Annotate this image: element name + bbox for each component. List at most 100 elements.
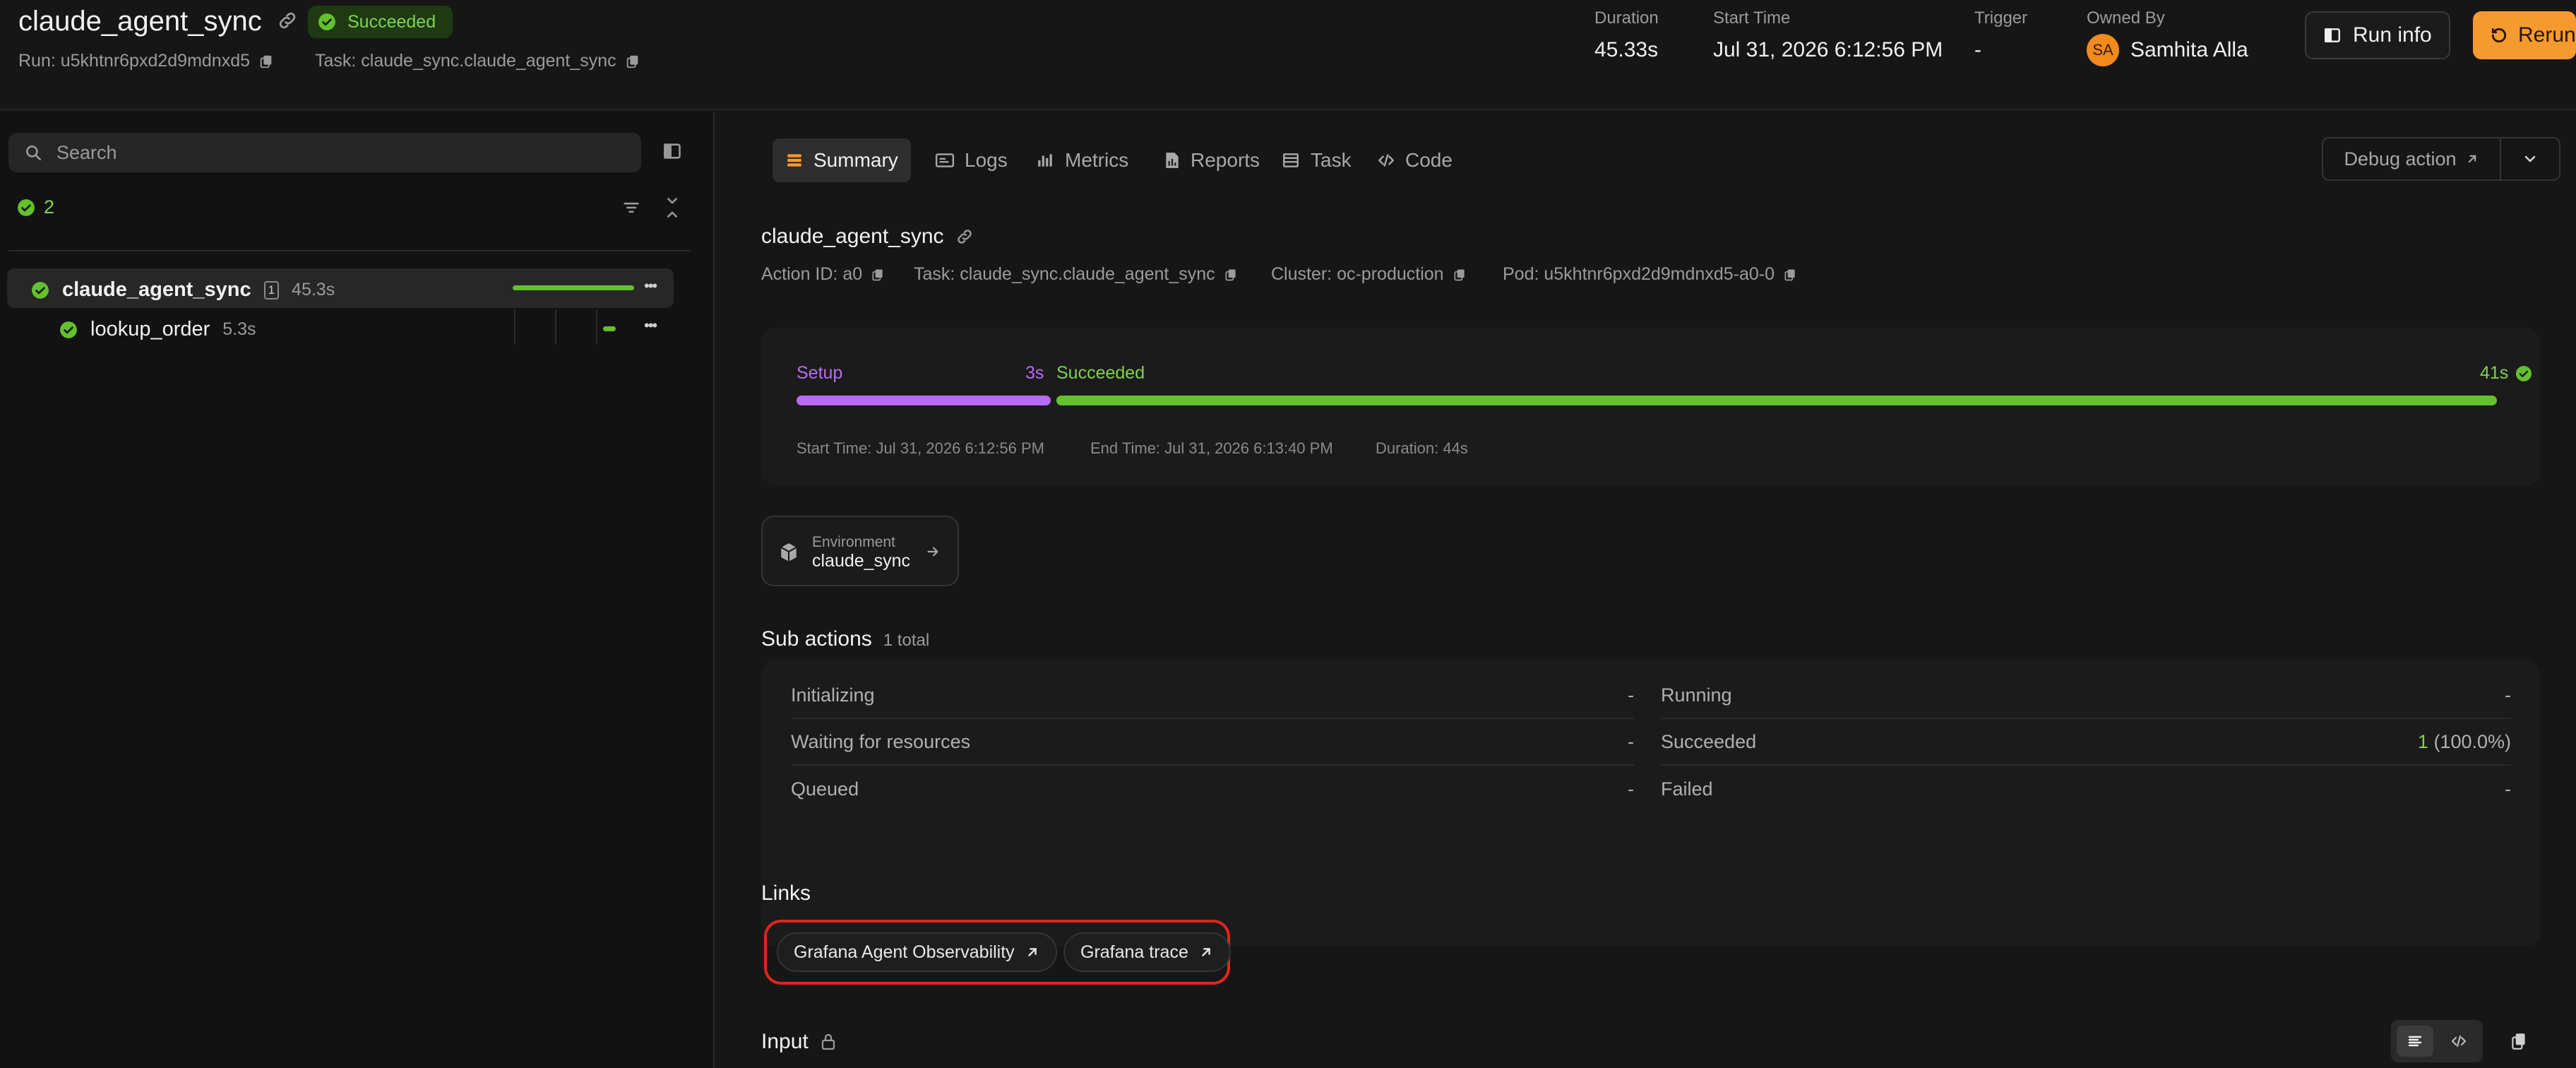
check-circle-icon bbox=[17, 198, 35, 217]
tab-metrics[interactable]: Metrics bbox=[1022, 138, 1141, 182]
collapse-all-icon[interactable] bbox=[662, 196, 682, 219]
copy-icon[interactable] bbox=[2510, 1031, 2528, 1051]
count-badge: 1 bbox=[263, 280, 280, 299]
cube-icon bbox=[780, 542, 798, 562]
action-id: Action ID: a0 bbox=[761, 264, 885, 285]
debug-action-label: Debug action bbox=[2344, 148, 2457, 170]
copy-icon[interactable] bbox=[871, 268, 885, 282]
tree-row-claude-agent-sync[interactable]: claude_agent_sync 1 45.3s bbox=[31, 278, 335, 302]
link-icon[interactable] bbox=[277, 10, 298, 31]
owner: SA Samhita Alla bbox=[2087, 34, 2248, 66]
search-placeholder: Search bbox=[56, 141, 117, 163]
code-icon bbox=[2450, 1033, 2467, 1050]
tab-label: Code bbox=[1405, 149, 1453, 171]
run-info-button[interactable]: Run info bbox=[2305, 11, 2450, 59]
metrics-icon bbox=[1035, 151, 1055, 170]
succeeded-bar bbox=[1056, 396, 2497, 405]
environment-label: Environment bbox=[812, 534, 895, 550]
debug-action-dropdown[interactable] bbox=[2500, 137, 2560, 181]
grafana-agent-observability-link[interactable]: Grafana Agent Observability bbox=[777, 932, 1057, 972]
tab-label: Metrics bbox=[1065, 149, 1129, 171]
collapse-panel-icon[interactable] bbox=[662, 141, 682, 161]
timeline-start-time: Start Time: Jul 31, 2026 6:12:56 PM bbox=[797, 439, 1044, 457]
environment-link[interactable]: Environment claude_sync bbox=[761, 516, 959, 586]
tab-summary[interactable]: Summary bbox=[773, 138, 911, 182]
tree-item-name: lookup_order bbox=[90, 318, 210, 340]
arrow-right-icon bbox=[925, 544, 941, 559]
filter-icon[interactable] bbox=[621, 198, 641, 218]
action-pod: Pod: u5khtnr6pxd2d9mdnxd5-a0-0 bbox=[1503, 264, 1797, 285]
debug-action-button[interactable]: Debug action bbox=[2322, 137, 2501, 181]
copy-icon[interactable] bbox=[1783, 268, 1797, 282]
run-id-text: Run: u5khtnr6pxd2d9mdnxd5 bbox=[18, 51, 251, 71]
tree-item-duration: 45.3s bbox=[292, 280, 335, 299]
sub-action-row: Queued - bbox=[791, 766, 1634, 812]
external-link-icon bbox=[2465, 152, 2479, 166]
logs-icon bbox=[935, 151, 955, 170]
tab-code[interactable]: Code bbox=[1364, 138, 1465, 182]
owner-name: Samhita Alla bbox=[2130, 38, 2248, 61]
reports-icon bbox=[1164, 151, 1181, 170]
sub-action-value: 1 (100.0%) bbox=[2418, 731, 2511, 753]
links-title: Links bbox=[761, 882, 811, 905]
sub-action-label: Initializing bbox=[791, 684, 875, 706]
tree-row-lookup-order[interactable]: lookup_order 5.3s bbox=[59, 318, 256, 341]
timeline-end-time: End Time: Jul 31, 2026 6:13:40 PM bbox=[1090, 439, 1333, 457]
tab-reports[interactable]: Reports bbox=[1151, 138, 1272, 182]
status-text: Succeeded bbox=[347, 11, 436, 32]
action-task: Task: claude_sync.claude_agent_sync bbox=[914, 264, 1238, 285]
raw-view-button[interactable] bbox=[2440, 1026, 2477, 1057]
tree-progress-fill bbox=[513, 285, 634, 290]
divider bbox=[8, 250, 691, 251]
link-icon[interactable] bbox=[955, 227, 974, 246]
search-input[interactable]: Search bbox=[8, 133, 641, 172]
action-title: claude_agent_sync bbox=[761, 225, 974, 249]
copy-icon[interactable] bbox=[258, 54, 274, 69]
trigger-value: - bbox=[1974, 38, 1981, 61]
link-label: Grafana Agent Observability bbox=[794, 942, 1015, 962]
tab-logs[interactable]: Logs bbox=[922, 138, 1020, 182]
copy-icon[interactable] bbox=[625, 54, 640, 69]
action-cluster: Cluster: oc-production bbox=[1271, 264, 1467, 285]
sub-action-value: - bbox=[2505, 778, 2511, 800]
sub-action-row: Running - bbox=[1661, 672, 2511, 719]
more-options-icon[interactable]: ••• bbox=[644, 277, 657, 295]
run-title: claude_agent_sync bbox=[18, 6, 262, 37]
code-icon bbox=[1377, 151, 1395, 170]
succeeded-filter[interactable]: 2 bbox=[17, 196, 54, 218]
sub-actions-title: Sub actions bbox=[761, 627, 872, 651]
grafana-trace-link[interactable]: Grafana trace bbox=[1063, 932, 1231, 972]
task-icon bbox=[1281, 151, 1301, 170]
setup-label: Setup bbox=[797, 363, 843, 383]
run-task: Task: claude_sync.claude_agent_sync bbox=[315, 51, 640, 71]
more-options-icon[interactable]: ••• bbox=[644, 316, 657, 335]
external-link-icon bbox=[1025, 944, 1040, 960]
succeeded-percent: (100.0%) bbox=[2428, 730, 2511, 752]
timeline-gridline bbox=[514, 309, 515, 345]
action-name: claude_agent_sync bbox=[761, 225, 944, 248]
copy-icon[interactable] bbox=[1453, 268, 1467, 282]
environment-value: claude_sync bbox=[812, 551, 910, 571]
view-toggle bbox=[2391, 1020, 2483, 1062]
input-header: Input bbox=[761, 1030, 837, 1054]
action-id-text: Action ID: a0 bbox=[761, 264, 863, 284]
sub-action-label: Succeeded bbox=[1661, 730, 1757, 752]
timeline-duration: Duration: 44s bbox=[1376, 439, 1468, 457]
external-link-icon bbox=[1198, 944, 1214, 960]
summary-icon bbox=[785, 151, 804, 170]
tab-label: Task bbox=[1311, 149, 1352, 171]
duration-label: Duration bbox=[1594, 8, 1659, 28]
tab-task[interactable]: Task bbox=[1268, 138, 1364, 182]
sidebar-panel-icon bbox=[2323, 26, 2342, 44]
align-left-icon bbox=[2406, 1033, 2424, 1050]
rerun-button[interactable]: Rerun bbox=[2473, 11, 2576, 59]
formatted-view-button[interactable] bbox=[2397, 1026, 2433, 1057]
action-tree-panel: Search 2 claude_agent_sync 1 45.3s ••• l… bbox=[0, 112, 715, 1068]
succeeded-count-value: 1 bbox=[2417, 730, 2428, 752]
avatar: SA bbox=[2087, 34, 2119, 66]
start-time-value: Jul 31, 2026 6:12:56 PM bbox=[1713, 38, 1943, 61]
sub-actions-total: 1 total bbox=[883, 631, 930, 650]
tab-label: Reports bbox=[1191, 149, 1260, 171]
duration-value: 45.33s bbox=[1594, 38, 1659, 61]
copy-icon[interactable] bbox=[1224, 268, 1238, 282]
